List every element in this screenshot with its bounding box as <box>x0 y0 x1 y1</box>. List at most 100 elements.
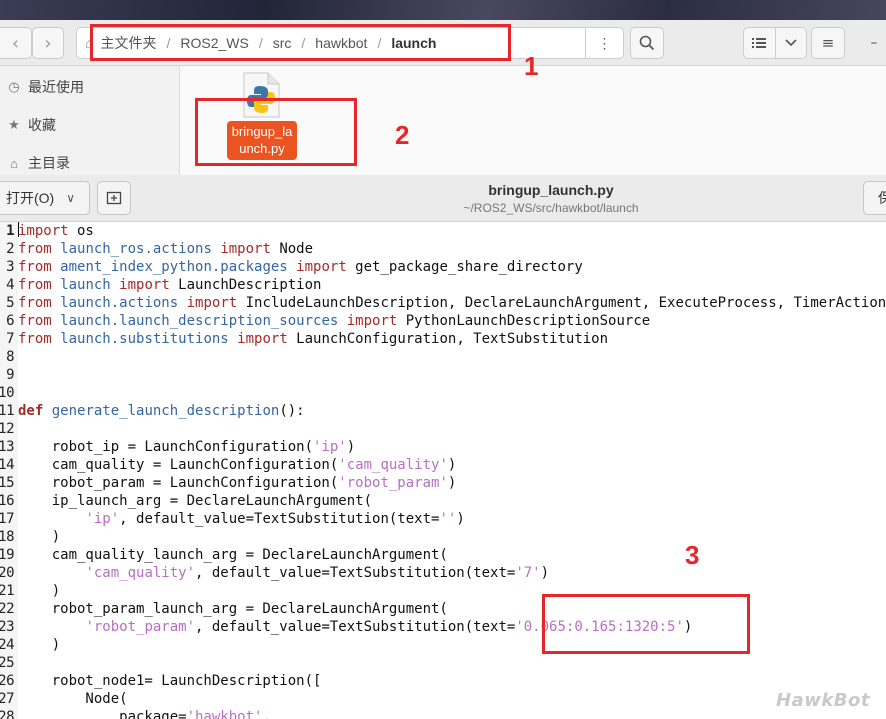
hamburger-icon: ≡ <box>821 34 835 52</box>
line-number: 8 <box>6 349 14 365</box>
code-token: LaunchConfiguration, TextSubstitution <box>287 331 609 347</box>
line-number: 23 <box>0 619 15 635</box>
code-token: ) <box>447 475 457 491</box>
line-code: 'cam_quality', default_value=TextSubstit… <box>18 564 549 582</box>
watermark: HawkBot <box>776 690 871 711</box>
line-code: from launch.launch_description_sources i… <box>18 312 650 330</box>
code-line[interactable]: 2 from launch_ros.actions import Node <box>0 240 886 258</box>
code-line[interactable]: 12 <box>0 420 886 438</box>
line-code: ip_launch_arg = DeclareLaunchArgument( <box>18 492 372 510</box>
code-line[interactable]: 18 ) <box>0 528 886 546</box>
places-sidebar: ◷ 最近使用 ★ 收藏 ⌂ 主目录 <box>0 66 180 175</box>
code-token: 'cam_quality' <box>338 457 448 473</box>
line-code: def generate_launch_description(): <box>18 402 305 420</box>
code-line[interactable]: 19 cam_quality_launch_arg = DeclareLaunc… <box>0 546 886 564</box>
line-number: 15 <box>0 475 15 491</box>
code-token: 'ip' <box>313 439 347 455</box>
code-editor[interactable]: 1 import os 2 from launch_ros.actions impor… <box>0 222 886 719</box>
open-button[interactable]: 打开(O) ∨ <box>0 181 90 215</box>
save-button[interactable]: 保 <box>863 181 886 215</box>
text-editor-window: bringup_launch.py ~/ROS2_WS/src/hawkbot/… <box>0 175 886 719</box>
code-token: , default_value=TextSubstitution(text= <box>119 511 440 527</box>
code-line[interactable]: 23 'robot_param', default_value=TextSubs… <box>0 618 886 636</box>
code-line[interactable]: 24 ) <box>0 636 886 654</box>
view-options-button[interactable] <box>774 28 807 58</box>
code-line[interactable]: 7 from launch.substitutions import Launch… <box>0 330 886 348</box>
annotation-number: 2 <box>395 120 410 150</box>
chevron-left-icon: ‹ <box>11 32 20 54</box>
code-token: '7' <box>515 565 541 581</box>
view-toggle-group <box>743 27 807 59</box>
code-line[interactable]: 6 from launch.launch_description_sources … <box>0 312 886 330</box>
code-line[interactable]: 17 'ip', default_value=TextSubstitution(… <box>0 510 886 528</box>
line-number: 1 <box>6 223 14 239</box>
main-menu-button[interactable]: ≡ <box>811 27 845 59</box>
line-code: from launch_ros.actions import Node <box>18 240 313 258</box>
line-number: 28 <box>0 709 15 719</box>
sidebar-item-recent[interactable]: ◷ 最近使用 <box>4 73 84 101</box>
code-token: generate_launch_description <box>51 403 280 419</box>
code-token: launch.substitutions <box>60 331 229 347</box>
line-code: package='hawkbot', <box>18 708 271 719</box>
line-code: 'ip', default_value=TextSubstitution(tex… <box>18 510 464 528</box>
line-number: 6 <box>6 313 14 329</box>
code-token: LaunchDescription <box>169 277 322 293</box>
code-line[interactable]: 1 import os <box>0 222 886 240</box>
code-token: ) <box>18 583 61 599</box>
code-line[interactable]: 15 robot_param = LaunchConfiguration('ro… <box>0 474 886 492</box>
code-token: ) <box>346 439 356 455</box>
code-token: import <box>220 241 271 257</box>
code-line[interactable]: 10 <box>0 384 886 402</box>
line-number: 10 <box>0 385 15 401</box>
code-line[interactable]: 14 cam_quality = LaunchConfiguration('ca… <box>0 456 886 474</box>
code-token: os <box>68 223 94 239</box>
sidebar-item-starred[interactable]: ★ 收藏 <box>4 111 56 139</box>
code-line[interactable]: 5 from launch.actions import IncludeLaunc… <box>0 294 886 312</box>
back-button[interactable]: ‹ <box>0 27 32 59</box>
line-number: 7 <box>6 331 14 347</box>
new-document-button[interactable] <box>97 181 131 215</box>
code-token: from <box>18 295 52 311</box>
code-line[interactable]: 25 <box>0 654 886 672</box>
code-line[interactable]: 3 from ament_index_python.packages import… <box>0 258 886 276</box>
code-line[interactable]: 13 robot_ip = LaunchConfiguration('ip') <box>0 438 886 456</box>
code-token: Node <box>270 241 314 257</box>
line-code: robot_param = LaunchConfiguration('robot… <box>18 474 457 492</box>
code-line[interactable]: 16 ip_launch_arg = DeclareLaunchArgument… <box>0 492 886 510</box>
code-line[interactable]: 20 'cam_quality', default_value=TextSubs… <box>0 564 886 582</box>
code-token: robot_param_launch_arg = DeclareLaunchAr… <box>18 601 448 617</box>
code-line[interactable]: 4 from launch import LaunchDescription <box>0 276 886 294</box>
sidebar-item-home[interactable]: ⌂ 主目录 <box>4 149 70 177</box>
code-line[interactable]: 26 robot_node1= LaunchDescription([ <box>0 672 886 690</box>
code-line[interactable]: 11 def generate_launch_description(): <box>0 402 886 420</box>
line-code: robot_param_launch_arg = DeclareLaunchAr… <box>18 600 448 618</box>
code-token: import <box>346 313 398 329</box>
line-code: cam_quality = LaunchConfiguration('cam_q… <box>18 456 457 474</box>
line-code: ) <box>18 582 60 600</box>
code-token: '' <box>439 511 457 527</box>
code-line[interactable]: 21 ) <box>0 582 886 600</box>
code-line[interactable]: 28 package='hawkbot', <box>0 708 886 719</box>
line-number: 11 <box>0 403 15 419</box>
list-view-button[interactable] <box>744 28 775 58</box>
line-number: 19 <box>0 547 15 563</box>
code-line[interactable]: 9 <box>0 366 886 384</box>
code-token: ) <box>447 457 457 473</box>
path-menu-button[interactable]: ⋮ <box>585 28 623 58</box>
code-line[interactable]: 27 Node( <box>0 690 886 708</box>
forward-button[interactable]: › <box>32 27 64 59</box>
minimize-button[interactable]: – <box>864 27 884 59</box>
code-token: robot_node1= LaunchDescription([ <box>18 673 322 689</box>
code-line[interactable]: 8 <box>0 348 886 366</box>
code-token: launch.launch_description_sources <box>60 313 339 329</box>
save-button-label: 保 <box>878 188 886 208</box>
code-token: 'hawkbot' <box>186 709 263 719</box>
search-button[interactable] <box>630 27 664 59</box>
code-line[interactable]: 22 robot_param_launch_arg = DeclareLaunc… <box>0 600 886 618</box>
list-view-icon <box>752 38 767 48</box>
code-token: package= <box>18 709 187 719</box>
